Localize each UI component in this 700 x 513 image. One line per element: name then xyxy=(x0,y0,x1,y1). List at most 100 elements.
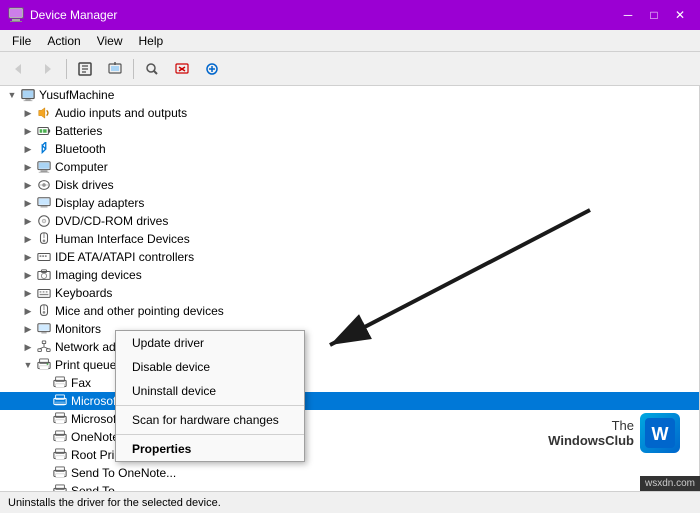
tree-item-print[interactable]: ▼ Print queues xyxy=(0,356,699,374)
ctx-separator-1 xyxy=(116,405,304,406)
audio-icon xyxy=(36,105,52,121)
ctx-uninstall-device[interactable]: Uninstall device xyxy=(116,379,304,403)
root-expand-icon[interactable]: ▼ xyxy=(4,87,20,103)
scan-hardware-button[interactable] xyxy=(138,55,166,83)
imaging-label: Imaging devices xyxy=(55,268,142,282)
imaging-expand[interactable]: ▶ xyxy=(20,267,36,283)
hid-label: Human Interface Devices xyxy=(55,232,190,246)
ctx-scan-hardware[interactable]: Scan for hardware changes xyxy=(116,408,304,432)
disk-expand[interactable]: ▶ xyxy=(20,177,36,193)
minimize-button[interactable]: ─ xyxy=(616,5,640,25)
remove-device-button[interactable] xyxy=(168,55,196,83)
display-label: Display adapters xyxy=(55,196,144,210)
tree-item-micro1[interactable]: ▶ Microsoft Print to PDF xyxy=(0,392,699,410)
root-label: YusufMachine xyxy=(39,88,114,102)
tree-item-network[interactable]: ▶ Network adapters xyxy=(0,338,699,356)
printer-icon xyxy=(36,357,52,373)
status-text: Uninstalls the driver for the selected d… xyxy=(8,497,221,509)
tree-item-dvd[interactable]: ▶ DVD/CD-ROM drives xyxy=(0,212,699,230)
print-label: Print queues xyxy=(55,358,122,372)
tree-item-batteries[interactable]: ▶ Batteries xyxy=(0,122,699,140)
hid-icon xyxy=(36,231,52,247)
tree-item-imaging[interactable]: ▶ Imaging devices xyxy=(0,266,699,284)
print-expand[interactable]: ▼ xyxy=(20,357,36,373)
menu-file[interactable]: File xyxy=(4,32,39,50)
menu-bar: File Action View Help xyxy=(0,30,700,52)
tree-item-send2[interactable]: ▶ Send To... xyxy=(0,482,699,491)
tree-root[interactable]: ▼ YusufMachine xyxy=(0,86,699,104)
tree-item-computer[interactable]: ▶ Computer xyxy=(0,158,699,176)
tree-item-keyboards[interactable]: ▶ Keyboards xyxy=(0,284,699,302)
ctx-properties[interactable]: Properties xyxy=(116,437,304,461)
audio-label: Audio inputs and outputs xyxy=(55,106,187,120)
bluetooth-icon xyxy=(36,141,52,157)
menu-view[interactable]: View xyxy=(89,32,131,50)
properties-button[interactable] xyxy=(71,55,99,83)
menu-action[interactable]: Action xyxy=(39,32,88,50)
tree-item-mice[interactable]: ▶ Mice and other pointing devices xyxy=(0,302,699,320)
device-tree[interactable]: ▼ YusufMachine ▶ Audio inputs and ou xyxy=(0,86,700,491)
dvd-label: DVD/CD-ROM drives xyxy=(55,214,168,228)
forward-button[interactable] xyxy=(34,55,62,83)
tree-item-micro2[interactable]: ▶ Microsoft XPS Doc... xyxy=(0,410,699,428)
batteries-label: Batteries xyxy=(55,124,102,138)
tree-item-display[interactable]: ▶ Display adapters xyxy=(0,194,699,212)
ctx-update-driver[interactable]: Update driver xyxy=(116,331,304,355)
micro2-icon xyxy=(52,411,68,427)
onenote-icon xyxy=(52,429,68,445)
send1-icon xyxy=(52,465,68,481)
root-print-icon xyxy=(52,447,68,463)
add-device-button[interactable] xyxy=(198,55,226,83)
ide-label: IDE ATA/ATAPI controllers xyxy=(55,250,194,264)
tree-item-bluetooth[interactable]: ▶ Bluetooth xyxy=(0,140,699,158)
display-icon xyxy=(36,195,52,211)
close-button[interactable]: ✕ xyxy=(668,5,692,25)
send1-label: Send To OneNote... xyxy=(71,466,176,480)
tree-item-audio[interactable]: ▶ Audio inputs and outputs xyxy=(0,104,699,122)
window-controls: ─ □ ✕ xyxy=(616,5,692,25)
tree-item-send1[interactable]: ▶ Send To OneNote... xyxy=(0,464,699,482)
computer-label: Computer xyxy=(55,160,108,174)
menu-help[interactable]: Help xyxy=(131,32,172,50)
monitors-label: Monitors xyxy=(55,322,101,336)
keyboards-label: Keyboards xyxy=(55,286,112,300)
dvd-expand[interactable]: ▶ xyxy=(20,213,36,229)
keyboards-expand[interactable]: ▶ xyxy=(20,285,36,301)
maximize-button[interactable]: □ xyxy=(642,5,666,25)
network-icon xyxy=(36,339,52,355)
disk-icon xyxy=(36,177,52,193)
tree-item-root-print[interactable]: ▶ Root Print Queue xyxy=(0,446,699,464)
toolbar xyxy=(0,52,700,86)
mice-expand[interactable]: ▶ xyxy=(20,303,36,319)
update-driver-button[interactable] xyxy=(101,55,129,83)
back-button[interactable] xyxy=(4,55,32,83)
fax-label: Fax xyxy=(71,376,91,390)
tree-item-disk[interactable]: ▶ Disk drives xyxy=(0,176,699,194)
app-icon xyxy=(8,7,24,23)
tree-item-onenote[interactable]: ▶ OneNote for Win... xyxy=(0,428,699,446)
network-expand[interactable]: ▶ xyxy=(20,339,36,355)
send2-label: Send To... xyxy=(71,484,125,491)
audio-expand[interactable]: ▶ xyxy=(20,105,36,121)
keyboard-icon xyxy=(36,285,52,301)
bluetooth-expand[interactable]: ▶ xyxy=(20,141,36,157)
computer-icon2 xyxy=(36,159,52,175)
window-title: Device Manager xyxy=(30,8,616,22)
hid-expand[interactable]: ▶ xyxy=(20,231,36,247)
ide-expand[interactable]: ▶ xyxy=(20,249,36,265)
tree-item-hid[interactable]: ▶ Human Interface Devices xyxy=(0,230,699,248)
tree-item-fax[interactable]: ▶ Fax xyxy=(0,374,699,392)
status-bar: Uninstalls the driver for the selected d… xyxy=(0,491,700,513)
tree-item-monitors[interactable]: ▶ Monitors xyxy=(0,320,699,338)
send2-icon xyxy=(52,483,68,491)
bluetooth-label: Bluetooth xyxy=(55,142,106,156)
batteries-icon xyxy=(36,123,52,139)
display-expand[interactable]: ▶ xyxy=(20,195,36,211)
mouse-icon xyxy=(36,303,52,319)
computer-expand[interactable]: ▶ xyxy=(20,159,36,175)
monitors-expand[interactable]: ▶ xyxy=(20,321,36,337)
separator-1 xyxy=(66,59,67,79)
tree-item-ide[interactable]: ▶ IDE ATA/ATAPI controllers xyxy=(0,248,699,266)
ctx-disable-device[interactable]: Disable device xyxy=(116,355,304,379)
batteries-expand[interactable]: ▶ xyxy=(20,123,36,139)
